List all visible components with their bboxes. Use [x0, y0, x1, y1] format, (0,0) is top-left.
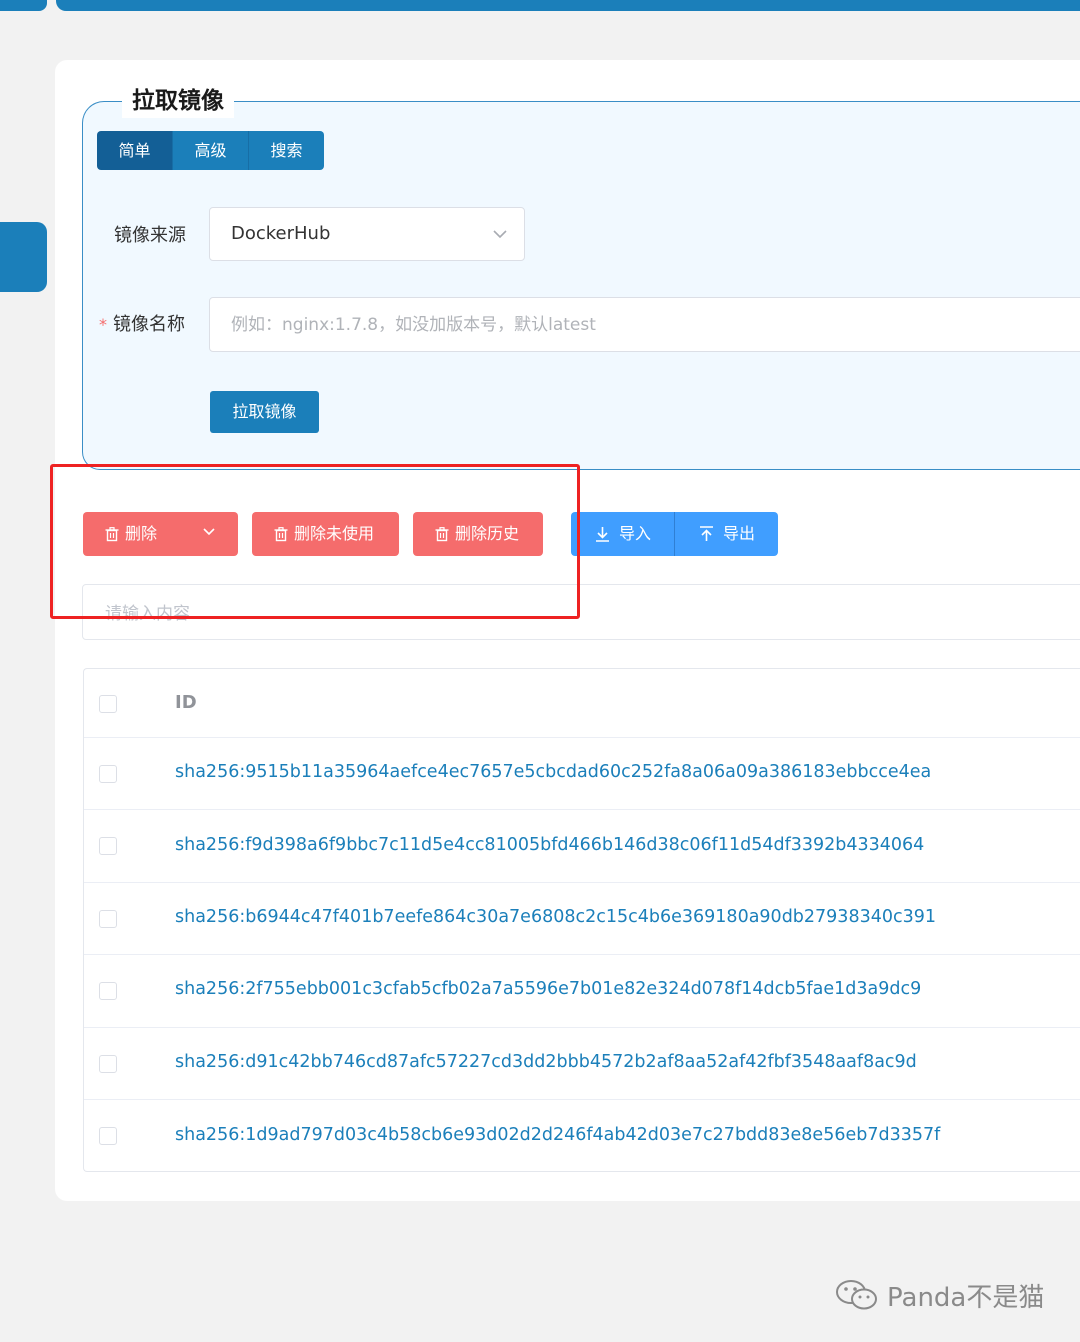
import-export-group: 导入 导出 [571, 512, 778, 556]
import-label: 导入 [619, 524, 652, 543]
chevron-down-icon [203, 528, 215, 536]
trash-icon [274, 527, 288, 542]
upload-icon [700, 526, 713, 541]
wechat-icon [836, 1280, 877, 1310]
tab-simple[interactable]: 简单 [97, 131, 172, 170]
pull-mode-tabs: 简单 高级 搜索 [97, 131, 324, 170]
row-checkbox[interactable] [99, 765, 117, 783]
top-nav-bar [56, 0, 1080, 11]
trash-icon [105, 527, 119, 542]
image-name-input[interactable] [209, 297, 1080, 352]
table-header-row: ID [84, 669, 1080, 738]
table-row: sha256:1d9ad797d03c4b58cb6e93d02d2d246f4… [84, 1100, 1080, 1171]
row-checkbox[interactable] [99, 1055, 117, 1073]
select-all-checkbox[interactable] [99, 695, 117, 713]
tab-search[interactable]: 搜索 [248, 131, 324, 170]
required-mark: * [99, 315, 107, 334]
image-id-link[interactable]: sha256:b6944c47f401b7eefe864c30a7e6808c2… [175, 907, 936, 927]
download-icon [596, 527, 609, 542]
row-checkbox[interactable] [99, 1127, 117, 1145]
column-header-id: ID [175, 692, 197, 713]
watermark-text: Panda不是猫 [887, 1282, 1045, 1313]
image-name-label: 镜像名称 [113, 314, 185, 335]
image-table: ID sha256:9515b11a35964aefce4ec7657e5cbc… [83, 668, 1080, 1172]
watermark: Panda不是猫 [835, 1277, 1044, 1313]
image-id-link[interactable]: sha256:d91c42bb746cd87afc57227cd3dd2bbb4… [175, 1052, 917, 1072]
image-source-label: 镜像来源 [114, 225, 186, 246]
image-id-link[interactable]: sha256:f9d398a6f9bbc7c11d5e4cc81005bfd46… [175, 835, 924, 855]
chevron-down-icon [493, 230, 507, 239]
table-row: sha256:b6944c47f401b7eefe864c30a7e6808c2… [84, 883, 1080, 955]
delete-dropdown-button[interactable]: 删除 [83, 512, 238, 556]
pull-image-button[interactable]: 拉取镜像 [210, 391, 319, 433]
image-id-link[interactable]: sha256:2f755ebb001c3cfab5cfb02a7a5596e7b… [175, 979, 921, 999]
sidebar-collapse-tab[interactable] [0, 222, 47, 292]
image-id-link[interactable]: sha256:9515b11a35964aefce4ec7657e5cbcdad… [175, 762, 931, 782]
row-checkbox[interactable] [99, 982, 117, 1000]
export-button[interactable]: 导出 [674, 512, 778, 556]
delete-history-label: 删除历史 [455, 524, 520, 543]
top-nav-left-bar [0, 0, 47, 11]
image-id-link[interactable]: sha256:1d9ad797d03c4b58cb6e93d02d2d246f4… [175, 1125, 940, 1145]
row-checkbox[interactable] [99, 910, 117, 928]
table-row: sha256:2f755ebb001c3cfab5cfb02a7a5596e7b… [84, 955, 1080, 1028]
delete-unused-label: 删除未使用 [294, 524, 375, 543]
search-input[interactable] [82, 584, 1080, 640]
export-label: 导出 [723, 524, 756, 543]
row-checkbox[interactable] [99, 837, 117, 855]
table-row: sha256:f9d398a6f9bbc7c11d5e4cc81005bfd46… [84, 810, 1080, 883]
trash-icon [435, 527, 449, 542]
image-source-select[interactable]: DockerHub [209, 207, 525, 261]
table-row: sha256:9515b11a35964aefce4ec7657e5cbcdad… [84, 738, 1080, 810]
table-row: sha256:d91c42bb746cd87afc57227cd3dd2bbb4… [84, 1028, 1080, 1100]
delete-button-label: 删除 [125, 524, 158, 543]
delete-history-button[interactable]: 删除历史 [413, 512, 543, 556]
image-name-label-wrap: * 镜像名称 [99, 310, 185, 336]
import-button[interactable]: 导入 [571, 512, 674, 556]
delete-unused-button[interactable]: 删除未使用 [252, 512, 399, 556]
pull-image-panel-title: 拉取镜像 [122, 84, 234, 118]
tab-advanced[interactable]: 高级 [172, 131, 248, 170]
image-source-value: DockerHub [231, 223, 331, 244]
